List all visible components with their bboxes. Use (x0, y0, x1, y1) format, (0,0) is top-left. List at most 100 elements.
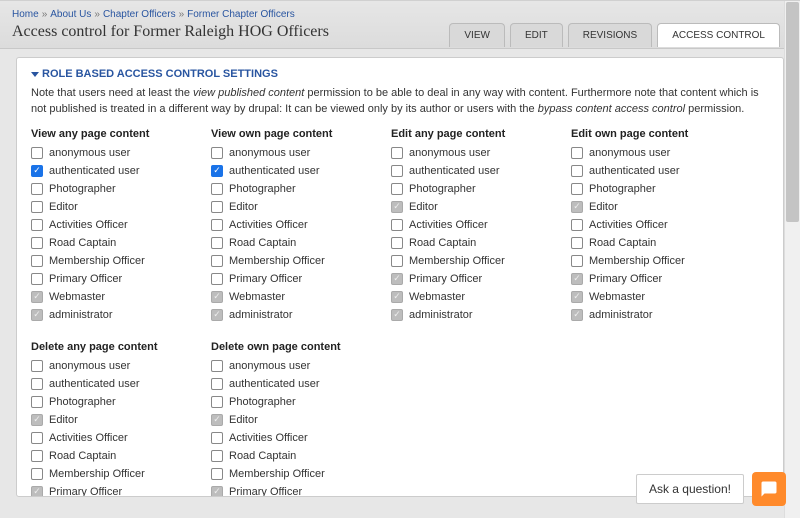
breadcrumb-separator: » (94, 9, 100, 20)
checkbox[interactable] (31, 147, 43, 159)
permission-row: authenticated user (31, 378, 211, 390)
checkbox (31, 309, 43, 321)
checkbox[interactable] (211, 165, 223, 177)
permission-row: Webmaster (391, 291, 571, 303)
permission-row: Primary Officer (31, 486, 211, 497)
permission-row: anonymous user (31, 360, 211, 372)
checkbox[interactable] (211, 219, 223, 231)
role-label: Editor (229, 414, 258, 426)
permission-row: Membership Officer (391, 255, 571, 267)
fieldset-toggle[interactable]: ROLE BASED ACCESS CONTROL SETTINGS (31, 68, 769, 80)
checkbox[interactable] (391, 237, 403, 249)
checkbox[interactable] (31, 201, 43, 213)
role-label: Road Captain (589, 237, 656, 249)
checkbox[interactable] (391, 147, 403, 159)
role-label: Webmaster (229, 291, 285, 303)
column-title: Delete any page content (31, 341, 211, 353)
checkbox[interactable] (31, 360, 43, 372)
checkbox[interactable] (211, 360, 223, 372)
checkbox[interactable] (211, 378, 223, 390)
checkbox[interactable] (31, 432, 43, 444)
scrollbar-handle[interactable] (786, 2, 799, 222)
role-label: Road Captain (49, 237, 116, 249)
checkbox (211, 309, 223, 321)
permission-row: Membership Officer (31, 255, 211, 267)
permission-row: Editor (211, 201, 391, 213)
chat-prompt[interactable]: Ask a question! (636, 474, 744, 504)
checkbox[interactable] (211, 237, 223, 249)
checkbox[interactable] (211, 432, 223, 444)
permission-row: Photographer (391, 183, 571, 195)
permission-row: Membership Officer (31, 468, 211, 480)
checkbox[interactable] (571, 147, 583, 159)
permission-row: Primary Officer (211, 486, 391, 497)
checkbox[interactable] (391, 183, 403, 195)
checkbox[interactable] (571, 237, 583, 249)
checkbox[interactable] (31, 219, 43, 231)
checkbox[interactable] (211, 147, 223, 159)
breadcrumb-separator: » (42, 9, 48, 20)
permission-row: Road Captain (211, 450, 391, 462)
breadcrumb-link[interactable]: Chapter Officers (103, 9, 176, 20)
role-label: Editor (49, 201, 78, 213)
checkbox[interactable] (31, 450, 43, 462)
permission-row: Road Captain (211, 237, 391, 249)
tab-view[interactable]: VIEW (449, 23, 505, 47)
permission-column: Edit any page contentanonymous userauthe… (391, 128, 571, 327)
permission-row: Photographer (31, 396, 211, 408)
permission-row: Webmaster (571, 291, 751, 303)
checkbox[interactable] (571, 219, 583, 231)
checkbox[interactable] (31, 468, 43, 480)
checkbox[interactable] (391, 255, 403, 267)
permission-row: Activities Officer (391, 219, 571, 231)
role-label: anonymous user (229, 147, 310, 159)
checkbox[interactable] (211, 450, 223, 462)
checkbox (391, 201, 403, 213)
role-label: Membership Officer (49, 255, 145, 267)
checkbox[interactable] (211, 468, 223, 480)
role-label: authenticated user (409, 165, 500, 177)
checkbox (391, 273, 403, 285)
checkbox[interactable] (31, 237, 43, 249)
checkbox (391, 291, 403, 303)
role-label: Membership Officer (229, 468, 325, 480)
checkbox[interactable] (31, 255, 43, 267)
access-control-panel: ROLE BASED ACCESS CONTROL SETTINGS Note … (16, 57, 784, 497)
checkbox[interactable] (211, 183, 223, 195)
role-label: anonymous user (409, 147, 490, 159)
breadcrumb-link[interactable]: Home (12, 9, 39, 20)
checkbox[interactable] (391, 165, 403, 177)
scrollbar[interactable] (784, 1, 800, 518)
tab-revisions[interactable]: REVISIONS (568, 23, 652, 47)
checkbox[interactable] (571, 255, 583, 267)
permission-row: anonymous user (391, 147, 571, 159)
column-title: Edit own page content (571, 128, 751, 140)
checkbox[interactable] (31, 183, 43, 195)
checkbox[interactable] (211, 255, 223, 267)
permission-row: Activities Officer (211, 432, 391, 444)
tab-access-control[interactable]: ACCESS CONTROL (657, 23, 780, 47)
checkbox[interactable] (31, 165, 43, 177)
checkbox[interactable] (571, 165, 583, 177)
column-title: View any page content (31, 128, 211, 140)
checkbox[interactable] (391, 219, 403, 231)
checkbox[interactable] (31, 273, 43, 285)
permission-row: Road Captain (571, 237, 751, 249)
role-label: Webmaster (589, 291, 645, 303)
permission-row: Editor (31, 201, 211, 213)
permission-row: anonymous user (211, 147, 391, 159)
checkbox (211, 291, 223, 303)
role-label: authenticated user (229, 378, 320, 390)
breadcrumb-link[interactable]: Former Chapter Officers (187, 9, 295, 20)
chat-button[interactable] (752, 472, 786, 506)
checkbox[interactable] (571, 183, 583, 195)
role-label: Editor (589, 201, 618, 213)
permission-row: Membership Officer (211, 255, 391, 267)
checkbox[interactable] (211, 273, 223, 285)
checkbox[interactable] (31, 396, 43, 408)
checkbox[interactable] (31, 378, 43, 390)
breadcrumb-link[interactable]: About Us (50, 9, 91, 20)
checkbox[interactable] (211, 201, 223, 213)
checkbox[interactable] (211, 396, 223, 408)
tab-edit[interactable]: EDIT (510, 23, 563, 47)
